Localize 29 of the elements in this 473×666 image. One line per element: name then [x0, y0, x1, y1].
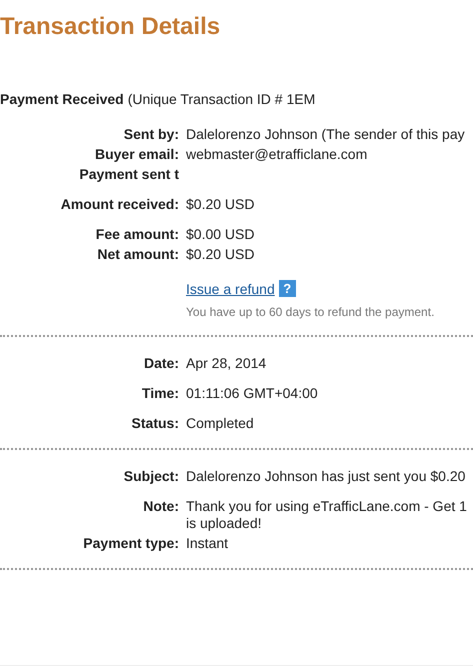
field-label: Subject: [122, 468, 179, 485]
field-label: Status: [130, 415, 179, 432]
field-label: Buyer email: [94, 146, 179, 163]
field-value: webmaster@etrafficlane.com [186, 146, 368, 163]
field-label: Fee amount: [94, 226, 179, 243]
field-label: Sent by: [122, 126, 179, 143]
field-value: is uploaded! [186, 515, 263, 532]
field-label: Note: [142, 498, 179, 516]
field-value: Instant [186, 535, 230, 552]
field-label: Payment type: [82, 535, 179, 552]
field-label: Payment sent t [78, 166, 179, 183]
field-label: Date: [142, 355, 179, 372]
field-value: Dalelorenzo Johnson has just sent you $0.20 [186, 468, 466, 485]
field-value: Apr 28, 2014 [186, 355, 268, 372]
payment-received-label: Payment Received [0, 90, 124, 108]
field-value: Thank you for using eTrafficLane.com - Get 1 [186, 498, 468, 515]
field-value: $0.20 USD [186, 246, 256, 263]
issue-refund-link[interactable]: Issue a refund [186, 280, 275, 296]
refund-note: You have up to 60 days to refund the payment. [186, 305, 436, 319]
field-value: 01:11:06 GMT+04:00 [186, 385, 319, 402]
field-value: $0.00 USD [186, 226, 256, 243]
transaction-id: (Unique Transaction ID # 1EM [128, 90, 316, 108]
field-value: Completed [186, 415, 255, 432]
field-value: Dalelorenzo Johnson (The sender of this pay [186, 126, 466, 143]
page-title: Transaction Details [0, 12, 222, 42]
field-label: Time: [140, 385, 179, 402]
field-label: Net amount: [96, 246, 179, 263]
field-label: Amount received: [60, 196, 179, 213]
field-value: $0.20 USD [186, 196, 256, 213]
